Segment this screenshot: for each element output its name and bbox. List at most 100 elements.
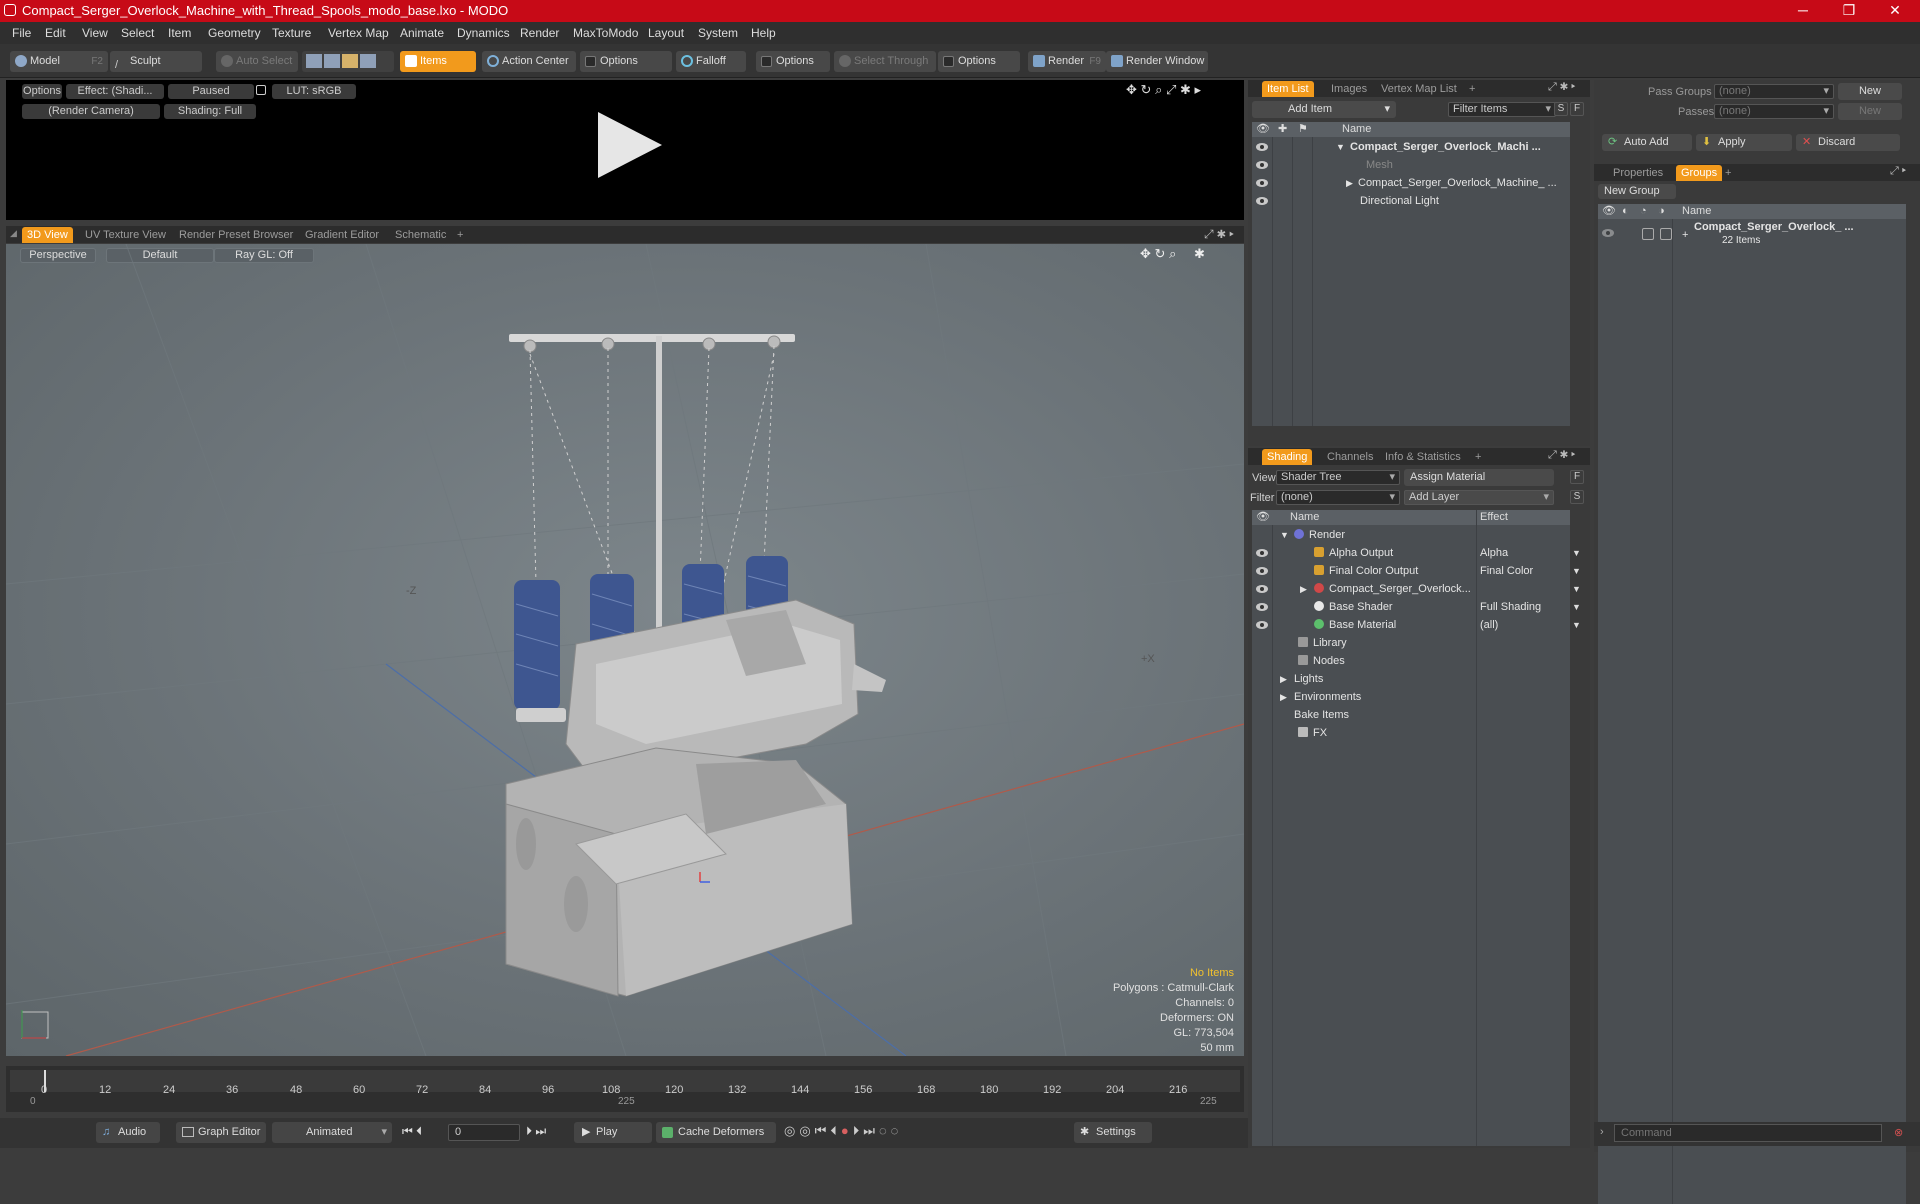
command-input[interactable] (1614, 1124, 1882, 1142)
effect-value[interactable]: Alpha ▼ (1480, 544, 1581, 562)
expand-triangle-icon[interactable]: ▶ (1300, 580, 1307, 598)
tab-gradient-editor[interactable]: Gradient Editor (300, 227, 384, 243)
effect-value[interactable]: Final Color ▼ (1480, 562, 1581, 580)
tab-render-preset-browser[interactable]: Render Preset Browser (174, 227, 298, 243)
passes-dropdown[interactable]: (none) (1714, 104, 1834, 119)
pass-groups-dropdown[interactable]: (none) (1714, 84, 1834, 99)
menu-system[interactable]: System (698, 26, 738, 40)
edges-mode-icon[interactable] (324, 54, 340, 68)
preview-options-button[interactable]: Options (22, 84, 62, 99)
eye-icon[interactable] (1256, 585, 1268, 593)
apply-button[interactable]: ⬇ Apply (1696, 134, 1792, 151)
frame-field[interactable]: 0 (448, 1124, 520, 1141)
tab-groups[interactable]: Groups (1676, 165, 1723, 181)
filter-items-field[interactable]: Filter Items (1448, 102, 1556, 117)
panel-menu-icon[interactable]: ◢ (10, 228, 17, 239)
preview-effect-dropdown[interactable]: Effect: (Shadi... (66, 84, 164, 99)
tree-row-base-shader[interactable]: Base Shader Full Shading ▼ (1252, 598, 1581, 616)
lock-icon[interactable] (256, 85, 266, 95)
tree-row-alpha-output[interactable]: Alpha Output Alpha ▼ (1252, 544, 1581, 562)
maximize-panel-icon[interactable]: ⤢ ✱ ▸ (1204, 227, 1234, 242)
eye-icon[interactable] (1256, 549, 1268, 557)
f-toggle[interactable]: F (1570, 470, 1584, 484)
record-icon[interactable]: ● (841, 1123, 853, 1138)
menu-edit[interactable]: Edit (45, 26, 66, 40)
rotate-icon[interactable]: ↻ (1141, 82, 1152, 97)
tree-row-environments[interactable]: ▶ Environments (1252, 688, 1570, 706)
vertices-mode-icon[interactable] (306, 54, 322, 68)
menu-select[interactable]: Select (121, 26, 154, 40)
eye-icon[interactable] (1256, 567, 1268, 575)
tab-images[interactable]: Images (1326, 81, 1372, 97)
tree-row-base-material[interactable]: Base Material (all) ▼ (1252, 616, 1581, 634)
cache-deformers-button[interactable]: Cache Deformers (656, 1122, 776, 1143)
eye-icon[interactable] (1256, 179, 1268, 187)
settings-button[interactable]: ✱ Settings (1074, 1122, 1152, 1143)
menu-animate[interactable]: Animate (400, 26, 444, 40)
tab-properties[interactable]: Properties (1608, 165, 1668, 181)
eye-icon[interactable] (1256, 621, 1268, 629)
menu-vertex-map[interactable]: Vertex Map (328, 26, 389, 40)
polygons-mode-icon[interactable] (342, 54, 358, 68)
sculpt-mode-button[interactable]: / Sculpt (110, 51, 202, 72)
menu-maxtomodo[interactable]: MaxToModo (573, 26, 638, 40)
menu-layout[interactable]: Layout (648, 26, 684, 40)
tab-schematic[interactable]: Schematic (390, 227, 451, 243)
model-mode-button[interactable]: Model F2 (10, 51, 108, 72)
render-camera-dropdown[interactable]: (Render Camera) (22, 104, 160, 119)
next-key-icon[interactable]: ⏵ (526, 1124, 532, 1138)
materials-mode-icon[interactable] (360, 54, 376, 68)
eye-icon[interactable] (1256, 603, 1268, 611)
s-toggle[interactable]: S (1570, 490, 1584, 504)
graph-editor-button[interactable]: Graph Editor (176, 1122, 266, 1143)
action-center-button[interactable]: Action Center (482, 51, 576, 72)
tree-row-render[interactable]: ▼ Render (1252, 526, 1570, 544)
animated-dropdown[interactable]: Animated ▾ (272, 1122, 392, 1143)
group-checkbox[interactable] (1642, 228, 1654, 240)
menu-texture[interactable]: Texture (272, 26, 311, 40)
3d-viewport[interactable]: Perspective Default Ray GL: Off ✥ ↻ ⌕ ✱ … (6, 244, 1244, 1056)
close-button[interactable]: ✕ (1872, 0, 1918, 22)
menu-item[interactable]: Item (168, 26, 191, 40)
tab-shading[interactable]: Shading (1262, 449, 1313, 465)
expand-triangle-icon[interactable]: ▶ (1280, 688, 1287, 706)
playhead[interactable] (44, 1070, 46, 1092)
group-checkbox[interactable] (1660, 228, 1672, 240)
f-toggle[interactable]: F (1570, 102, 1584, 116)
first-frame-icon[interactable]: ⏮ (402, 1124, 413, 1138)
menu-help[interactable]: Help (751, 26, 776, 40)
new-group-button[interactable]: New Group (1598, 184, 1676, 199)
eye-icon[interactable] (1602, 229, 1614, 237)
tree-row-fx[interactable]: FX (1252, 724, 1570, 742)
record-icon[interactable]: ⊗ (1894, 1126, 1903, 1139)
audio-button[interactable]: ♫ Audio (96, 1122, 160, 1143)
prev-key-icon[interactable]: ⏴ (416, 1124, 422, 1138)
eye-icon[interactable] (1256, 197, 1268, 205)
last-frame-icon[interactable]: ⏭ (535, 1124, 546, 1138)
eye-icon[interactable] (1256, 143, 1268, 151)
assign-material-dropdown[interactable]: Assign Material (1404, 469, 1554, 486)
lut-dropdown[interactable]: LUT: sRGB (272, 84, 356, 99)
menu-geometry[interactable]: Geometry (208, 26, 261, 40)
group-row[interactable]: + Compact_Serger_Overlock_ ... 22 Items (1598, 220, 1906, 254)
s-toggle[interactable]: S (1554, 102, 1568, 116)
eye-icon[interactable] (1256, 161, 1268, 169)
preview-paused-button[interactable]: Paused (168, 84, 254, 99)
play-preview-icon[interactable] (598, 112, 662, 178)
items-mode-button[interactable]: Items (400, 51, 476, 72)
auto-add-button[interactable]: ⟳ Auto Add (1602, 134, 1692, 151)
key-tool-icon[interactable]: ◎◎⏮⏴ (784, 1123, 841, 1138)
tree-row-library[interactable]: Library (1252, 634, 1570, 652)
panel-controls-icon[interactable]: ⤢ ▸ (1890, 165, 1906, 178)
tab-info-statistics[interactable]: Info & Statistics (1380, 449, 1466, 465)
menu-render[interactable]: Render (520, 26, 559, 40)
expand-triangle-icon[interactable]: ▶ (1346, 174, 1353, 192)
panel-controls-icon[interactable]: ⤢ ✱ ▸ (1548, 449, 1575, 462)
select-through-options-button[interactable]: Options (938, 51, 1020, 72)
key-nav-icon[interactable]: ⏵⏭◌◌ (853, 1123, 903, 1138)
list-item[interactable]: Mesh (1252, 156, 1570, 174)
timeline[interactable]: 0 12 24 36 48 60 72 84 96 108 120 132 14… (6, 1066, 1244, 1112)
effect-value[interactable]: (all) ▼ (1480, 616, 1581, 634)
menu-file[interactable]: File (12, 26, 31, 40)
menu-dynamics[interactable]: Dynamics (457, 26, 510, 40)
